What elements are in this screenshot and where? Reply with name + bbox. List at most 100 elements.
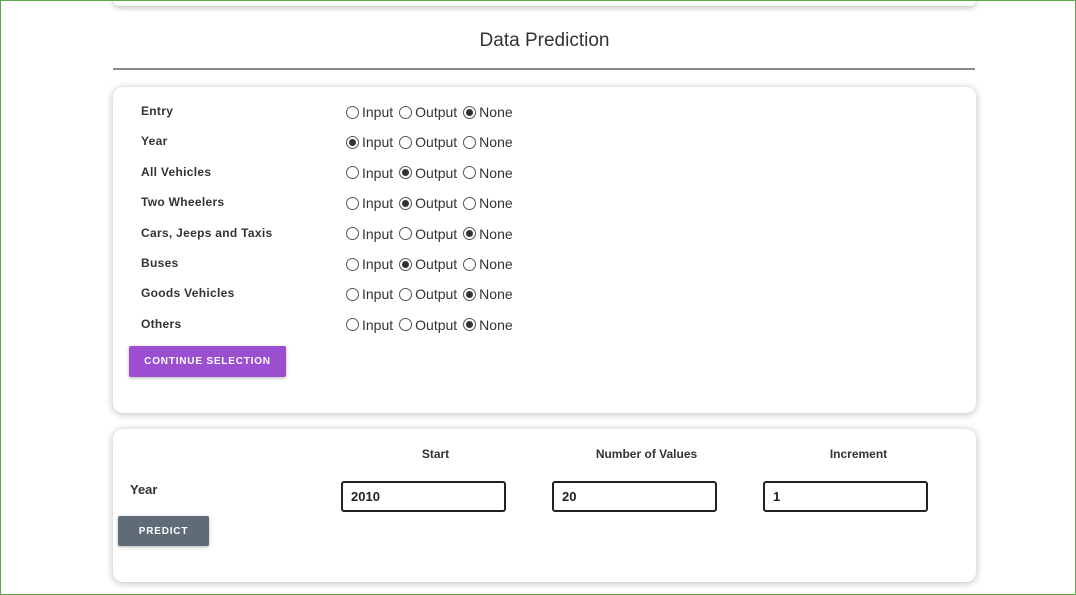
radio-label: Input [362,104,394,120]
radio-button[interactable] [463,318,477,332]
role-radio-group: Input Output None [346,283,519,305]
radio-option-input[interactable]: Input [346,226,393,242]
increment-input[interactable] [763,481,928,512]
prediction-card: Start Number of Values Increment Year PR… [113,429,976,582]
radio-option-none[interactable]: None [463,317,513,333]
radio-option-output[interactable]: Output [399,134,457,150]
column-row: Buses Input Output None [113,253,976,275]
radio-button[interactable] [399,257,413,271]
radio-label: Output [415,134,458,151]
radio-option-output[interactable]: Output [399,165,457,181]
radio-option-input[interactable]: Input [346,317,393,333]
radio-button[interactable] [463,196,477,210]
radio-label: None [479,195,513,212]
column-row: Two Wheelers Input Output None [113,192,976,214]
radio-button[interactable] [346,166,359,180]
radio-label: None [479,134,513,151]
radio-option-none[interactable]: None [463,286,513,303]
radio-button[interactable] [399,166,413,180]
column-name: Cars, Jeeps and Taxis [141,225,273,240]
radio-option-input[interactable]: Input [346,286,393,302]
column-selection-card: Entry Input Output None Year Input Output None A… [113,87,976,413]
radio-button[interactable] [399,227,413,241]
page-title: Data Prediction [479,30,610,51]
column-row: Goods Vehicles Input Output None [113,283,976,305]
radio-option-output[interactable]: Output [399,195,457,211]
radio-label: Input [362,225,394,242]
continue-selection-button[interactable]: CONTINUE SELECTION [129,346,286,377]
radio-button[interactable] [399,287,413,301]
increment-header: Increment [829,447,888,461]
radio-option-output[interactable]: Output [399,104,457,120]
column-row: Entry Input Output None [113,101,976,123]
radio-button[interactable] [463,105,477,119]
radio-button[interactable] [399,318,413,332]
radio-button[interactable] [346,135,359,149]
radio-option-input[interactable]: Input [346,134,393,150]
radio-label: Output [415,225,458,242]
radio-option-none[interactable]: None [463,195,513,212]
start-input[interactable] [341,481,506,512]
radio-label: Output [415,104,458,120]
radio-button[interactable] [346,257,359,271]
radio-button[interactable] [346,287,359,301]
start-header: Start [421,447,450,461]
role-radio-group: Input Output None [346,314,519,336]
radio-button[interactable] [346,318,359,332]
radio-button[interactable] [399,105,413,119]
radio-option-output[interactable]: Output [399,286,457,302]
role-radio-group: Input Output None [346,192,519,214]
column-name: Buses [141,256,179,270]
predict-button[interactable]: PREDICT [118,516,209,546]
radio-button[interactable] [463,227,477,241]
radio-option-none[interactable]: None [463,226,513,242]
radio-option-none[interactable]: None [463,256,513,272]
role-radio-group: Input Output None [346,101,519,123]
column-row: Cars, Jeeps and Taxis Input Output None [113,223,976,245]
radio-button[interactable] [463,287,477,301]
radio-button[interactable] [463,166,477,180]
num-values-header: Number of Values [595,447,698,461]
radio-button[interactable] [463,257,477,271]
radio-option-none[interactable]: None [463,134,513,151]
radio-label: None [479,104,513,120]
radio-option-input[interactable]: Input [346,165,393,181]
radio-label: Input [362,286,394,303]
year-label: Year [130,482,158,497]
radio-option-none[interactable]: None [463,104,513,120]
role-radio-group: Input Output None [346,131,519,153]
radio-label: Input [362,164,394,181]
radio-option-output[interactable]: Output [399,226,457,242]
radio-label: Output [415,316,458,333]
radio-button[interactable] [346,227,359,241]
radio-button[interactable] [346,196,359,210]
radio-label: Input [362,134,394,151]
radio-option-input[interactable]: Input [346,256,393,272]
previous-card-edge [113,0,976,6]
radio-button[interactable] [463,135,477,149]
radio-option-input[interactable]: Input [346,195,393,211]
radio-button[interactable] [399,135,413,149]
radio-label: Input [362,195,394,212]
radio-option-input[interactable]: Input [346,104,393,120]
radio-button[interactable] [346,105,359,119]
radio-option-output[interactable]: Output [399,256,457,272]
column-row: Others Input Output None [113,314,976,336]
radio-label: None [479,286,513,303]
column-row: All Vehicles Input Output None [113,162,976,184]
column-name: Two Wheelers [141,195,225,210]
radio-label: Output [415,164,458,181]
radio-option-none[interactable]: None [463,164,513,181]
column-name: Year [141,134,168,149]
title-divider [113,68,975,70]
radio-label: Output [415,256,458,272]
radio-button[interactable] [399,196,413,210]
radio-label: Output [415,286,458,303]
num-values-input[interactable] [552,481,717,512]
radio-label: Output [415,195,458,212]
radio-option-output[interactable]: Output [399,317,457,333]
radio-label: Input [362,256,394,272]
radio-label: None [479,164,513,181]
column-name: All Vehicles [141,164,212,179]
radio-label: None [479,256,513,272]
